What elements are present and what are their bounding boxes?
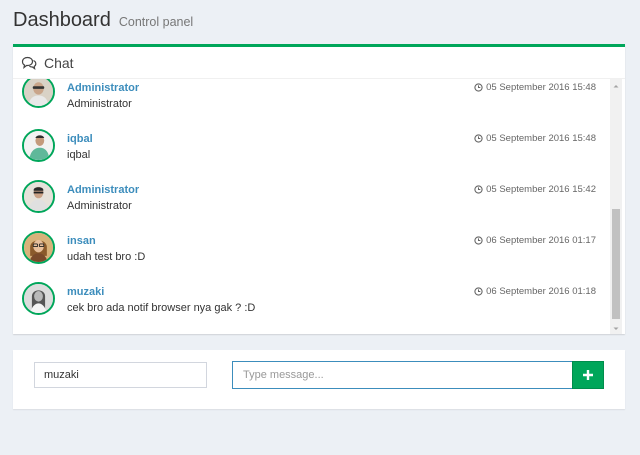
scroll-up-arrow-icon[interactable] [610, 79, 622, 91]
username-input[interactable] [34, 362, 207, 388]
avatar [22, 231, 55, 264]
clock-icon [474, 185, 483, 194]
avatar [22, 79, 55, 108]
chat-composer [13, 350, 625, 409]
chat-box-header: Chat [13, 47, 625, 79]
message-author[interactable]: muzaki [67, 286, 104, 298]
plus-icon [583, 370, 593, 380]
avatar [22, 180, 55, 213]
message-time-text: 05 September 2016 15:42 [486, 184, 596, 195]
scrollbar-thumb[interactable] [612, 209, 620, 319]
message-time-text: 05 September 2016 15:48 [486, 82, 596, 93]
page-subtitle: Control panel [118, 15, 194, 29]
chat-message: iqbal iqbal 05 September 2016 15:48 [13, 129, 608, 173]
message-time: 05 September 2016 15:42 [474, 184, 596, 195]
message-time: 06 September 2016 01:18 [474, 286, 596, 297]
message-time-text: 06 September 2016 01:18 [486, 286, 596, 297]
message-author[interactable]: Administrator [67, 184, 139, 196]
page-title: Dashboard [13, 9, 111, 31]
chat-message: Administrator Administrator 05 September… [13, 180, 608, 224]
message-text: Administrator [67, 98, 132, 110]
chat-scrollbar[interactable] [610, 79, 622, 334]
avatar [22, 129, 55, 162]
message-time-text: 05 September 2016 15:48 [486, 133, 596, 144]
message-input[interactable] [232, 361, 573, 389]
message-text: Administrator [67, 200, 132, 212]
message-time-text: 06 September 2016 01:17 [486, 235, 596, 246]
message-text: udah test bro :D [67, 251, 146, 263]
send-button[interactable] [572, 361, 604, 389]
message-text: iqbal [67, 149, 91, 161]
message-time: 05 September 2016 15:48 [474, 133, 596, 144]
message-text: cek bro ada notif browser nya gak ? :D [67, 302, 256, 314]
message-time: 06 September 2016 01:17 [474, 235, 596, 246]
chat-message: Administrator Administrator 05 September… [13, 79, 608, 122]
avatar [22, 282, 55, 315]
clock-icon [474, 236, 483, 245]
message-author[interactable]: iqbal [67, 133, 93, 145]
page-header: Dashboard Control panel [13, 9, 193, 32]
message-author[interactable]: insan [67, 235, 96, 247]
chat-messages[interactable]: Administrator Administrator 05 September… [13, 79, 625, 334]
clock-icon [474, 287, 483, 296]
clock-icon [474, 83, 483, 92]
scroll-down-arrow-icon[interactable] [610, 322, 622, 334]
clock-icon [474, 134, 483, 143]
comments-icon [21, 56, 37, 70]
message-author[interactable]: Administrator [67, 82, 139, 94]
chat-message: insan udah test bro :D 06 September 2016… [13, 231, 608, 275]
chat-title: Chat [44, 54, 74, 71]
chat-message: muzaki cek bro ada notif browser nya gak… [13, 282, 608, 326]
message-time: 05 September 2016 15:48 [474, 82, 596, 93]
chat-box: Chat Administrator Administrator 05 Sept… [13, 44, 625, 334]
